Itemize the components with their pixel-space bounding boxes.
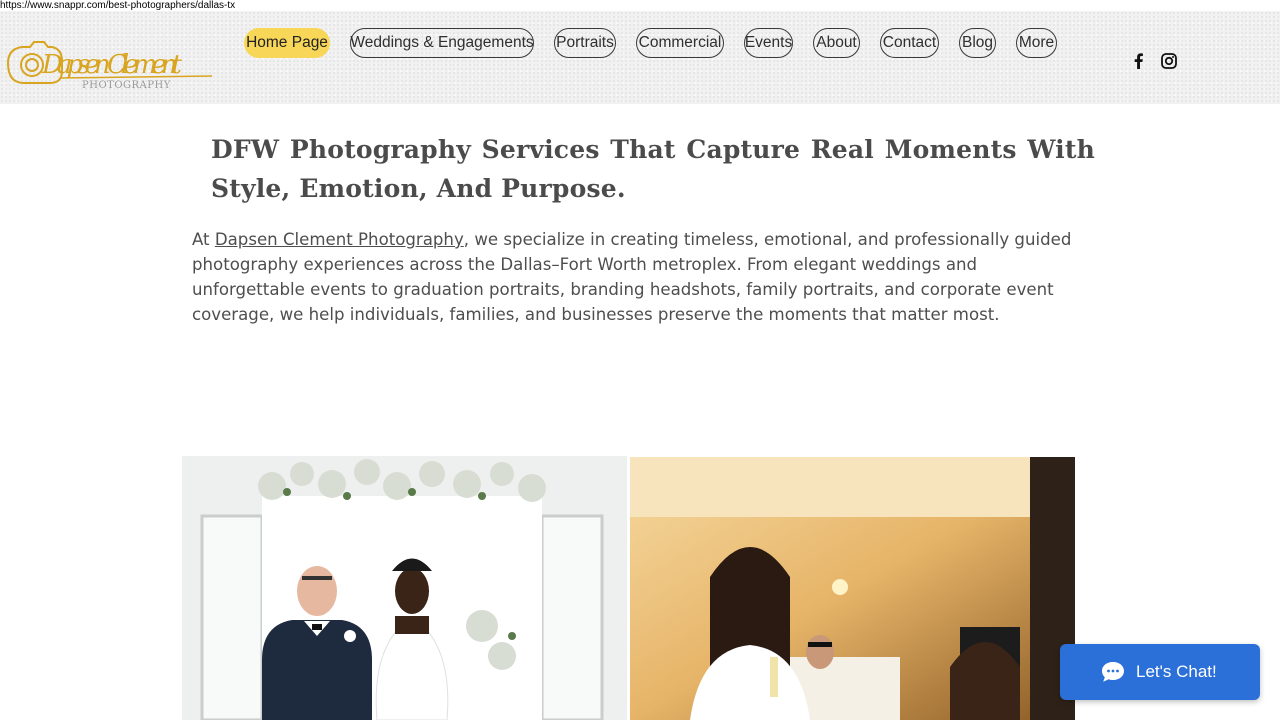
brand-name-script: Dapsen Clement (41, 50, 183, 80)
intro-prefix: At (192, 230, 215, 249)
nav-events[interactable]: Events (744, 28, 793, 58)
chat-widget-button[interactable]: Let's Chat! (1060, 644, 1260, 700)
wedding-photo[interactable] (182, 456, 627, 720)
nav-commercial[interactable]: Commercial (636, 28, 724, 58)
nav-more[interactable]: More (1016, 28, 1057, 58)
main-nav: Home Page Weddings & Engagements Portrai… (244, 28, 1077, 58)
nav-about[interactable]: About (813, 28, 860, 58)
nav-home-page[interactable]: Home Page (244, 28, 330, 58)
page-url: https://www.snappr.com/best-photographer… (0, 0, 236, 11)
social-links (1130, 52, 1178, 70)
brand-logo[interactable]: Dapsen Clement PHOTOGRAPHY (2, 33, 214, 93)
studio-link[interactable]: Dapsen Clement Photography (215, 230, 464, 249)
chat-label: Let's Chat! (1136, 662, 1217, 681)
event-photo[interactable] (630, 457, 1075, 721)
site-header: Dapsen Clement PHOTOGRAPHY Home Page Wed… (0, 11, 1280, 104)
nav-weddings-engagements[interactable]: Weddings & Engagements (350, 28, 534, 58)
intro-paragraph: At Dapsen Clement Photography, we specia… (192, 227, 1072, 327)
instagram-icon[interactable] (1160, 52, 1178, 70)
nav-portraits[interactable]: Portraits (554, 28, 616, 58)
brand-name-sub: PHOTOGRAPHY (82, 80, 171, 91)
nav-blog[interactable]: Blog (959, 28, 996, 58)
facebook-icon[interactable] (1130, 52, 1148, 70)
chat-bubble-icon (1102, 662, 1124, 682)
nav-contact[interactable]: Contact (880, 28, 939, 58)
page-headline: DFW Photography Services That Capture Re… (211, 135, 1095, 203)
